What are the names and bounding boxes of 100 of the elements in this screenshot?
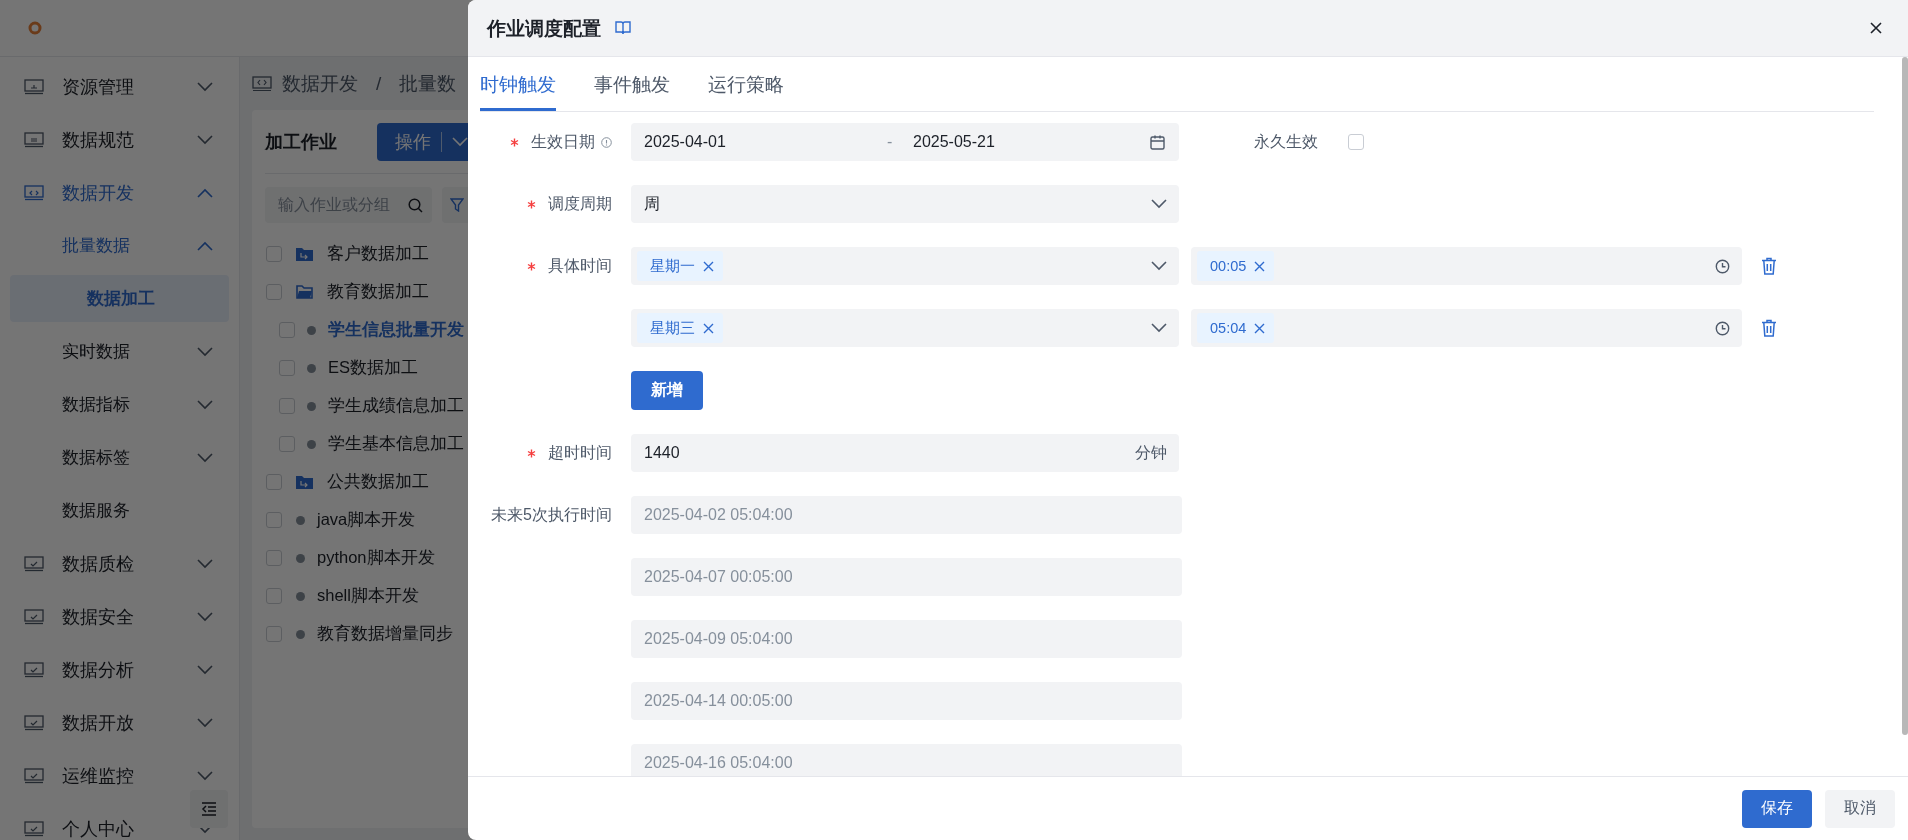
checkbox[interactable] — [279, 360, 295, 376]
day-select-field[interactable]: 星期一 — [631, 247, 1179, 285]
tree-item[interactable]: shell脚本开发 — [317, 585, 419, 607]
tab[interactable]: 时钟触发 — [480, 57, 556, 111]
readonly-field: 2025-04-14 00:05:00 — [631, 682, 1182, 720]
filter-icon — [450, 198, 464, 212]
checkbox[interactable] — [1348, 134, 1364, 150]
tree-item[interactable]: 学生基本信息加工 — [328, 433, 464, 455]
tag-label: 星期三 — [650, 318, 695, 338]
sidebar-item[interactable]: 资源管理 — [0, 60, 239, 113]
checkbox[interactable] — [266, 626, 282, 642]
select-field[interactable]: 周 — [631, 185, 1179, 223]
breadcrumb-item[interactable]: 批量数 — [399, 70, 457, 97]
cancel-button[interactable]: 取消 — [1825, 789, 1895, 828]
add-button[interactable]: 新增 — [631, 371, 703, 410]
sidebar-item[interactable]: 数据规范 — [0, 113, 239, 166]
tag-label: 05:04 — [1210, 320, 1247, 336]
sidebar-item[interactable]: 实时数据 — [0, 325, 239, 378]
day-select-field[interactable]: 星期三 — [631, 309, 1179, 347]
tab[interactable]: 运行策略 — [708, 57, 784, 111]
readonly-field: 2025-04-16 05:04:00 — [631, 744, 1182, 776]
panel-title: 加工作业 — [265, 130, 338, 154]
status-dot — [296, 553, 305, 563]
field-value: 1440 — [644, 444, 681, 462]
checkbox[interactable] — [279, 436, 295, 452]
tree-item[interactable]: 学生信息批量开发 — [328, 319, 464, 341]
checkbox[interactable] — [266, 474, 282, 490]
status-dot — [296, 591, 305, 601]
breadcrumb-item[interactable]: 数据开发 — [282, 70, 358, 97]
field-label: 永久生效 — [1254, 131, 1318, 152]
chevron-down-icon — [1151, 199, 1167, 209]
tag-label: 星期一 — [650, 256, 695, 276]
sidebar-item[interactable]: 数据分析 — [0, 643, 239, 696]
search-icon — [408, 198, 423, 213]
trash-icon[interactable] — [1761, 257, 1777, 275]
sidebar-item[interactable]: 数据加工 — [10, 275, 229, 322]
status-dot — [296, 629, 305, 639]
field-label: 生效日期 — [531, 131, 595, 152]
tree-item[interactable]: java脚本开发 — [317, 509, 416, 531]
tree-item[interactable]: python脚本开发 — [317, 547, 435, 569]
time-picker-field[interactable]: 00:05 — [1191, 247, 1742, 285]
trash-icon[interactable] — [1761, 319, 1777, 337]
monitor-icon — [24, 820, 44, 837]
menu-fold-icon — [201, 802, 217, 816]
status-dot — [296, 515, 305, 525]
checkbox[interactable] — [266, 512, 282, 528]
tree-item[interactable]: 教育数据加工 — [327, 281, 429, 303]
checkbox[interactable] — [279, 322, 295, 338]
checkbox[interactable] — [266, 284, 282, 300]
readonly-field: 2025-04-09 05:04:00 — [631, 620, 1182, 658]
breadcrumb-separator: / — [376, 72, 382, 95]
checkbox[interactable] — [266, 550, 282, 566]
sidebar-item[interactable]: 数据开发 — [0, 166, 239, 219]
collapse-button[interactable] — [190, 790, 228, 828]
status-dot — [307, 401, 316, 411]
monitor-icon — [24, 78, 44, 95]
info-icon — [601, 136, 612, 148]
book-icon[interactable] — [615, 21, 631, 35]
sidebar-item[interactable]: 数据标签 — [0, 431, 239, 484]
clock-icon — [1715, 320, 1730, 336]
sidebar-item[interactable]: 数据开放 — [0, 696, 239, 749]
readonly-field: 2025-04-02 05:04:00 — [631, 496, 1182, 534]
status-dot — [307, 325, 316, 335]
time-picker-field[interactable]: 05:04 — [1191, 309, 1742, 347]
close-icon[interactable] — [1870, 22, 1882, 34]
tag-label: 00:05 — [1210, 258, 1247, 274]
monitor-icon — [24, 131, 44, 148]
sidebar-item[interactable]: 数据指标 — [0, 378, 239, 431]
logo-icon — [28, 21, 42, 35]
tree-item[interactable]: ES数据加工 — [328, 357, 418, 379]
chevron-down-icon — [1151, 261, 1167, 271]
drawer-title: 作业调度配置 — [487, 16, 601, 41]
checkbox[interactable] — [266, 588, 282, 604]
sidebar-item[interactable]: 批量数据 — [0, 219, 239, 272]
checkbox[interactable] — [266, 246, 282, 262]
tree-item[interactable]: 学生成绩信息加工 — [328, 395, 464, 417]
tab[interactable]: 事件触发 — [594, 57, 670, 111]
field-label: 具体时间 — [548, 255, 612, 276]
monitor-icon — [24, 661, 44, 678]
date-range-field[interactable]: 2025-04-01 - 2025-05-21 — [631, 123, 1179, 161]
tree-item[interactable]: 教育数据增量同步 — [317, 623, 453, 645]
monitor-icon — [24, 555, 44, 572]
sidebar-item[interactable]: 数据质检 — [0, 537, 239, 590]
checkbox[interactable] — [279, 398, 295, 414]
tree-item[interactable]: 客户数据加工 — [327, 243, 429, 265]
chevron-down-icon — [1151, 323, 1167, 333]
monitor-icon — [24, 767, 44, 784]
scrollbar[interactable] — [1902, 57, 1908, 735]
save-button[interactable]: 保存 — [1742, 789, 1812, 828]
status-dot — [307, 439, 316, 449]
unit-suffix: 分钟 — [1135, 442, 1167, 463]
tree-item[interactable]: 公共数据加工 — [327, 471, 429, 493]
sidebar-item[interactable]: 数据安全 — [0, 590, 239, 643]
start-date: 2025-04-01 — [644, 133, 727, 151]
readonly-field: 2025-04-07 00:05:00 — [631, 558, 1182, 596]
range-separator: - — [887, 133, 894, 151]
timeout-field[interactable]: 1440 分钟 — [631, 434, 1179, 472]
field-label: 调度周期 — [548, 193, 612, 214]
sidebar-item[interactable]: 数据服务 — [0, 484, 239, 537]
status-dot — [307, 363, 316, 373]
